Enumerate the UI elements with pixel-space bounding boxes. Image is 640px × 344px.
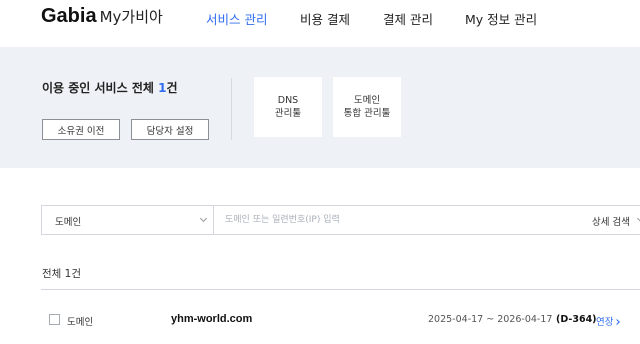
table-row: 도메인 yhm-world.com 2025-04-17 ~ 2026-04-1… bbox=[41, 304, 640, 336]
row-dday: (D-364) bbox=[556, 314, 597, 325]
nav-my-info[interactable]: My 정보 관리 bbox=[465, 9, 537, 28]
domain-tool-line2: 통합 관리툴 bbox=[343, 108, 391, 119]
summary-divider bbox=[231, 78, 232, 140]
category-select-label: 도메인 bbox=[55, 217, 82, 228]
summary-title-prefix: 이용 중인 서비스 전체 bbox=[42, 81, 159, 95]
logo-brand: Gabia bbox=[41, 5, 97, 27]
extend-link[interactable]: 연장 bbox=[596, 314, 621, 328]
row-period: 2025-04-17 ~ 2026-04-17 bbox=[428, 314, 553, 325]
top-header: Gabia My가비아 서비스 관리 비용 결제 결제 관리 My 정보 관리 bbox=[0, 0, 640, 47]
summary-title-suffix: 건 bbox=[166, 81, 178, 95]
chevron-down-icon bbox=[199, 214, 208, 223]
row-service-type: 도메인 bbox=[67, 317, 94, 328]
logo[interactable]: Gabia My가비아 bbox=[41, 5, 163, 28]
logo-sub: My가비아 bbox=[99, 8, 163, 26]
row-checkbox[interactable] bbox=[49, 314, 60, 325]
search-bar: 도메인 상세 검색 bbox=[41, 205, 640, 235]
service-summary-panel: 이용 중인 서비스 전체 1건 소유권 이전 담당자 설정 DNS 관리툴 도메… bbox=[0, 47, 640, 168]
category-select[interactable]: 도메인 bbox=[42, 206, 214, 234]
nav-service-management[interactable]: 서비스 관리 bbox=[206, 9, 267, 28]
advanced-search-label: 상세 검색 bbox=[592, 217, 630, 228]
dns-tool-line1: DNS bbox=[277, 95, 299, 106]
chevron-right-icon bbox=[614, 319, 621, 325]
dns-tool-card[interactable]: DNS 관리툴 bbox=[254, 77, 322, 137]
summary-title: 이용 중인 서비스 전체 1건 bbox=[42, 79, 177, 96]
list-divider bbox=[41, 289, 640, 290]
row-domain-name[interactable]: yhm-world.com bbox=[171, 313, 252, 325]
nav-payment[interactable]: 비용 결제 bbox=[300, 9, 350, 28]
transfer-ownership-button[interactable]: 소유권 이전 bbox=[42, 119, 120, 140]
domain-tool-card[interactable]: 도메인 통합 관리툴 bbox=[333, 77, 401, 137]
search-input[interactable] bbox=[225, 212, 575, 228]
contact-settings-button[interactable]: 담당자 설정 bbox=[131, 119, 209, 140]
nav-billing-management[interactable]: 결제 관리 bbox=[383, 9, 433, 28]
dns-tool-line2: 관리툴 bbox=[274, 108, 302, 119]
domain-tool-line1: 도메인 bbox=[353, 95, 381, 106]
advanced-search-toggle[interactable]: 상세 검색 bbox=[592, 206, 640, 234]
total-count: 전체 1건 bbox=[42, 268, 81, 280]
extend-label: 연장 bbox=[596, 317, 614, 328]
